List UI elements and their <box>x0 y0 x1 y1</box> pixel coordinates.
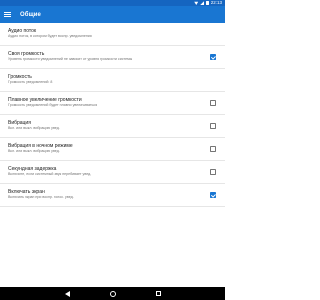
page-title: Общие <box>20 11 41 18</box>
navigation-bar <box>0 287 225 300</box>
vibration-checkbox[interactable] <box>210 123 216 129</box>
wifi-icon <box>194 1 199 5</box>
own-volume-checkbox[interactable] <box>210 54 216 60</box>
setting-audio-stream[interactable]: Аудио поток Аудио поток, в котором будет… <box>0 23 225 46</box>
signal-icon <box>200 1 205 5</box>
setting-turn-on-screen[interactable]: Включать экран Включать экран при воспр.… <box>0 184 225 207</box>
setting-subtitle: Вкл. или выкл. вибрацию увед. <box>8 126 60 130</box>
menu-icon[interactable] <box>4 6 14 23</box>
setting-subtitle: Вкл. или выкл. вибрацию увед. <box>8 149 60 153</box>
recent-apps-icon[interactable] <box>155 291 161 296</box>
turn-on-screen-checkbox[interactable] <box>210 192 216 198</box>
setting-night-vibration[interactable]: Вибрация в ночном режиме Вкл. или выкл. … <box>0 138 225 161</box>
volume-fade-in-checkbox[interactable] <box>210 100 216 106</box>
setting-subtitle: Включите, если системный звук перебивает… <box>8 172 92 176</box>
setting-subtitle: Громкость уведомлений будет плавно увели… <box>8 103 98 107</box>
second-delay-checkbox[interactable] <box>210 169 216 175</box>
setting-subtitle: Уровень громкости уведомлений не зависит… <box>8 57 133 61</box>
setting-second-delay[interactable]: Секундная задержка Включите, если систем… <box>0 161 225 184</box>
app-bar: Общие <box>0 6 225 23</box>
setting-subtitle: Аудио поток, в котором будет воспр. увед… <box>8 34 92 38</box>
setting-volume-fade-in[interactable]: Плавное увеличение громкости Громкость у… <box>0 92 225 115</box>
home-icon[interactable] <box>109 290 116 297</box>
settings-list: Аудио поток Аудио поток, в котором будет… <box>0 23 225 207</box>
night-vibration-checkbox[interactable] <box>210 146 216 152</box>
setting-own-volume[interactable]: Своя громкость Уровень громкости уведомл… <box>0 46 225 69</box>
back-icon[interactable] <box>64 290 70 297</box>
setting-vibration[interactable]: Вибрация Вкл. или выкл. вибрацию увед. <box>0 115 225 138</box>
setting-subtitle: Включать экран при воспр. голос. увед. <box>8 195 74 199</box>
setting-subtitle: Громкость уведомлений: 8 <box>8 80 53 84</box>
battery-icon <box>206 0 209 6</box>
setting-volume[interactable]: Громкость Громкость уведомлений: 8 <box>0 69 225 92</box>
